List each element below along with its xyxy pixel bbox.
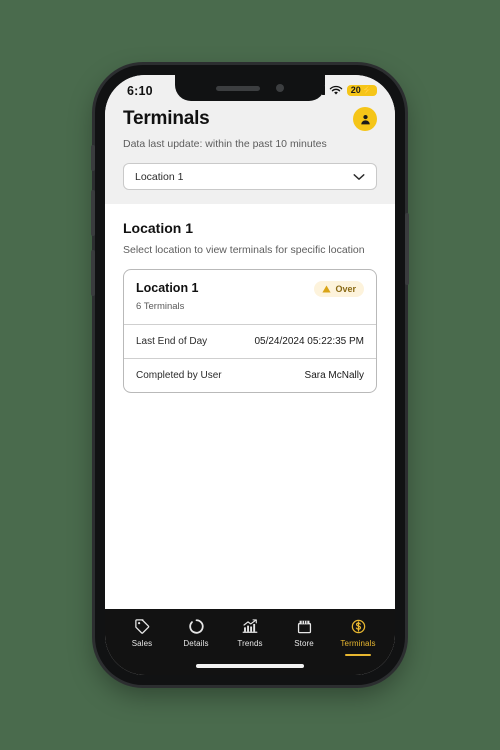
last-update-subtitle: Data last update: within the past 10 min…: [123, 138, 327, 150]
table-row: Last End of Day 05/24/2024 05:22:35 PM: [124, 324, 376, 358]
status-badge-label: Over: [335, 284, 356, 294]
tab-label: Trends: [237, 639, 263, 648]
page-header: Terminals Data last update: within the p…: [105, 103, 395, 204]
wifi-icon: [329, 85, 343, 95]
screenshot-canvas: 6:10 20 ⚡ Terminals Data last update: wi…: [0, 0, 500, 750]
power-button[interactable]: [405, 213, 409, 285]
main-content: Location 1 Select location to view termi…: [105, 204, 395, 609]
terminal-count-text: 6 Terminals: [136, 301, 185, 312]
tab-details[interactable]: Details: [170, 618, 222, 656]
home-indicator[interactable]: [196, 664, 304, 668]
row-label: Last End of Day: [136, 336, 208, 347]
volume-down-button[interactable]: [91, 250, 95, 296]
tab-label: Store: [294, 639, 314, 648]
dollar-circle-icon: [351, 619, 365, 634]
phone-screen: 6:10 20 ⚡ Terminals Data last update: wi…: [105, 75, 395, 675]
device-notch: [175, 75, 325, 101]
chevron-down-icon: [353, 173, 365, 180]
row-value: Sara McNally: [304, 370, 364, 381]
table-row: Completed by User Sara McNally: [124, 358, 376, 392]
tab-label: Details: [183, 639, 209, 648]
bar-trend-icon: [242, 619, 258, 633]
status-badge: Over: [314, 281, 364, 297]
tab-underline: [291, 654, 317, 656]
phone-device-frame: 6:10 20 ⚡ Terminals Data last update: wi…: [91, 65, 409, 685]
tab-underline: [237, 654, 263, 656]
battery-status-badge: 20 ⚡: [346, 84, 377, 97]
tab-store[interactable]: Store: [278, 618, 330, 656]
status-bar-clock: 6:10: [127, 83, 153, 98]
user-avatar-button[interactable]: [353, 107, 377, 131]
price-tag-icon: [134, 619, 149, 634]
location-card-header: Location 1 6 Terminals Over: [124, 270, 376, 324]
section-title: Location 1: [123, 220, 194, 236]
location-card-name: Location 1: [136, 281, 199, 295]
earpiece-speaker-icon: [216, 85, 260, 91]
location-card[interactable]: Location 1 6 Terminals Over Last End of …: [123, 269, 377, 393]
battery-level-text: 20: [350, 84, 361, 95]
tab-label: Sales: [131, 639, 153, 648]
storefront-icon: [297, 620, 311, 634]
row-label: Completed by User: [136, 370, 222, 381]
section-subtitle: Select location to view terminals for sp…: [123, 244, 365, 256]
home-indicator-area: [105, 659, 395, 675]
donut-chart-icon: [188, 619, 204, 634]
page-title: Terminals: [123, 108, 210, 129]
header-title-row: Terminals: [123, 107, 377, 131]
location-select-value: Location 1: [135, 170, 184, 183]
user-avatar-icon: [360, 114, 370, 124]
front-camera-icon: [276, 84, 284, 92]
tab-sales[interactable]: Sales: [116, 618, 168, 656]
silent-switch-button[interactable]: [91, 145, 95, 171]
tab-terminals[interactable]: Terminals: [332, 618, 384, 656]
volume-up-button[interactable]: [91, 190, 95, 236]
tab-trends[interactable]: Trends: [224, 618, 276, 656]
battery-charging-icon: ⚡: [361, 84, 373, 95]
row-value: 05/24/2024 05:22:35 PM: [254, 336, 364, 347]
location-select-dropdown[interactable]: Location 1: [123, 163, 377, 190]
warning-triangle-icon: [322, 285, 332, 293]
bottom-tab-bar: Sales Details Trends Store Terminals: [105, 609, 395, 659]
tab-underline: [345, 654, 371, 656]
tab-underline: [129, 654, 155, 656]
tab-label: Terminals: [340, 639, 376, 648]
tab-underline: [183, 654, 209, 656]
